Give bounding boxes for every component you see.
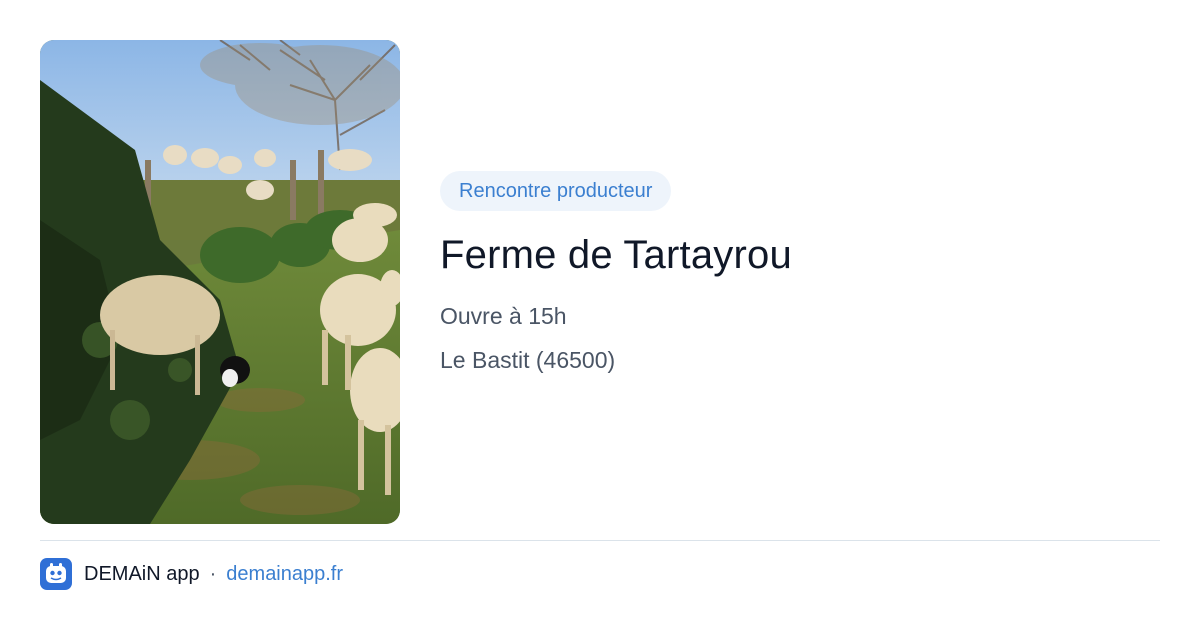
listing-info: Rencontre producteur Ferme de Tartayrou … (440, 171, 1160, 375)
demain-app-icon (40, 558, 72, 590)
farm-title: Ferme de Tartayrou (440, 233, 792, 277)
category-badge: Rencontre producteur (440, 171, 672, 211)
domain-link[interactable]: demainapp.fr (226, 563, 343, 586)
footer: DEMAiN app · demainapp.fr (40, 558, 343, 590)
app-name: DEMAiN app (84, 562, 200, 585)
sheep-grazing-photo (40, 40, 400, 524)
farm-location: Le Bastit (46500) (440, 347, 616, 373)
footer-divider (40, 540, 1160, 541)
opening-hours: Ouvre à 15h (440, 303, 567, 329)
footer-separator: · (209, 562, 217, 585)
farm-photo (40, 40, 400, 524)
